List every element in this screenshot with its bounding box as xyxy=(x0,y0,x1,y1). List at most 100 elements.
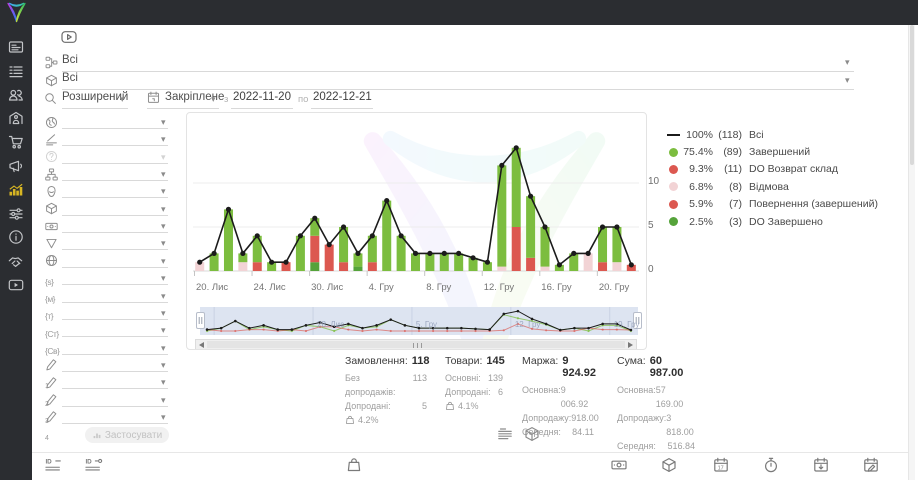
period-mode-underline xyxy=(147,108,219,109)
source-filter-select[interactable] xyxy=(62,267,168,268)
stat-sub-label: Основні: xyxy=(445,371,481,385)
chevron-down-icon[interactable]: ▾ xyxy=(161,187,166,196)
custom-3-filter-icon: 3 xyxy=(45,393,58,406)
svg-text:ID: ID xyxy=(85,459,92,466)
utm-m-filter-select[interactable] xyxy=(62,302,168,303)
legend-item[interactable]: 9.3%(11)DO Возврат склад xyxy=(666,161,878,178)
utm-st-filter-select[interactable] xyxy=(62,336,168,337)
id-link-icon[interactable]: ID xyxy=(85,457,103,473)
scroll-right-icon[interactable] xyxy=(628,342,633,348)
custom-4-filter-select[interactable] xyxy=(62,423,168,424)
timer-tab-icon[interactable] xyxy=(762,457,780,473)
chevron-down-icon[interactable]: ▾ xyxy=(161,222,166,231)
sidebar-item-dashboard[interactable] xyxy=(8,39,24,55)
y-axis-tick-label: 0 xyxy=(648,264,654,275)
sidebar-item-sales[interactable] xyxy=(8,134,24,150)
scrollbar-thumb[interactable] xyxy=(207,341,625,348)
apply-button-label: Застосувати xyxy=(105,430,162,441)
calendar-icon[interactable] xyxy=(147,91,160,104)
apply-button[interactable]: Застосувати xyxy=(85,427,169,443)
sidebar-item-company[interactable] xyxy=(8,110,24,126)
x-axis-tick-label: 30. Лис xyxy=(311,282,343,293)
product-filter-select[interactable] xyxy=(62,215,168,216)
chevron-down-icon[interactable]: ▾ xyxy=(161,205,166,214)
calendar-17-tab-icon[interactable]: 17 xyxy=(712,457,730,473)
sidebar-item-orders[interactable] xyxy=(8,63,24,79)
minimap-left-handle[interactable] xyxy=(196,312,205,329)
custom-1-filter-select[interactable] xyxy=(62,371,168,372)
custom-2-filter-select[interactable] xyxy=(62,388,168,389)
product-filter-select[interactable]: Всі xyxy=(62,72,78,84)
chevron-down-icon[interactable]: ▾ xyxy=(161,396,166,405)
status-filter-select[interactable]: Всі xyxy=(62,54,78,66)
chevron-down-icon[interactable]: ▾ xyxy=(161,239,166,248)
department-filter-select[interactable] xyxy=(62,180,168,181)
chevron-down-icon[interactable]: ▾ xyxy=(161,344,166,353)
legend-item[interactable]: 6.8%(8)Відмова xyxy=(666,178,878,195)
payment-filter-select[interactable] xyxy=(62,232,168,233)
sidebar-item-statistics[interactable] xyxy=(8,182,24,198)
calendar-note-tab-icon[interactable] xyxy=(862,457,880,473)
chevron-down-icon[interactable]: ▾ xyxy=(161,292,166,301)
country-filter-select[interactable] xyxy=(62,128,168,129)
chevron-down-icon[interactable]: ▾ xyxy=(161,135,166,144)
products-tab-icon[interactable] xyxy=(660,457,678,473)
bag-tab-icon[interactable] xyxy=(345,457,363,473)
legend-item[interactable]: 100%(118)Всі xyxy=(666,126,878,143)
search-icon[interactable] xyxy=(44,92,57,105)
legend-item[interactable]: 75.4%(89)Завершений xyxy=(666,143,878,160)
sidebar-item-partners[interactable] xyxy=(8,253,24,269)
chevron-down-icon[interactable]: ▾ xyxy=(845,58,850,67)
chart-minimap[interactable]: 28. Лис5. Гру12. Гру19. Гру xyxy=(200,307,638,335)
app-logo-icon[interactable] xyxy=(5,1,28,24)
vertical-scrollbar[interactable] xyxy=(908,25,915,480)
calendar-import-tab-icon[interactable] xyxy=(812,457,830,473)
stat-sub-value: 516.84 xyxy=(667,439,695,453)
chevron-down-icon[interactable]: ▾ xyxy=(120,95,125,104)
legend-item[interactable]: 2.5%(3)DO Завершено xyxy=(666,213,878,230)
product-view-toggle[interactable] xyxy=(524,426,540,442)
payments-tab-icon[interactable] xyxy=(610,457,628,473)
orders-chart[interactable] xyxy=(193,119,639,291)
utm-s-filter-select[interactable] xyxy=(62,284,168,285)
custom-1-filter-icon: 1 xyxy=(45,358,58,371)
sidebar-item-tutorials[interactable] xyxy=(8,277,24,293)
utm-t-filter-select[interactable] xyxy=(62,319,168,320)
date-from-input[interactable]: 2022-11-20 xyxy=(233,91,291,103)
chevron-down-icon[interactable]: ▾ xyxy=(161,274,166,283)
tutorial-video-button[interactable] xyxy=(60,29,78,45)
date-to-input[interactable]: 2022-12-21 xyxy=(313,91,372,103)
search-mode-select[interactable]: Розширений xyxy=(62,91,128,103)
sidebar-item-clients[interactable] xyxy=(8,87,24,103)
funnel-filter-select[interactable] xyxy=(62,249,168,250)
chevron-down-icon[interactable]: ▾ xyxy=(161,413,166,422)
utm-sv-filter-select[interactable] xyxy=(62,354,168,355)
chevron-down-icon: ▾ xyxy=(161,153,166,162)
legend-item[interactable]: 5.9%(7)Повернення (завершений) xyxy=(666,196,878,213)
chevron-down-icon[interactable]: ▾ xyxy=(161,118,166,127)
sidebar-item-marketing[interactable] xyxy=(8,158,24,174)
stat-row: 4.2% xyxy=(345,413,427,427)
chevron-down-icon[interactable]: ▾ xyxy=(161,326,166,335)
scroll-left-icon[interactable] xyxy=(199,342,204,348)
level-filter-select[interactable] xyxy=(62,145,168,146)
chevron-down-icon[interactable]: ▾ xyxy=(161,378,166,387)
chart-scrollbar[interactable] xyxy=(195,339,637,350)
sidebar-item-info[interactable] xyxy=(8,229,24,245)
chart-legend: 100%(118)Всі75.4%(89)Завершений9.3%(11)D… xyxy=(666,126,878,230)
legend-count: (3) xyxy=(713,216,742,228)
minimap-date-label: 12. Гру xyxy=(515,320,541,329)
id-list-icon[interactable]: ID xyxy=(45,457,63,473)
manager-filter-select[interactable] xyxy=(62,197,168,198)
department-filter-icon xyxy=(45,168,58,181)
list-view-toggle[interactable] xyxy=(497,426,513,442)
chevron-down-icon[interactable]: ▾ xyxy=(161,257,166,266)
custom-3-filter-select[interactable] xyxy=(62,406,168,407)
chevron-down-icon[interactable]: ▾ xyxy=(161,170,166,179)
stat-sub-value: 84.11 xyxy=(572,425,594,439)
sidebar-item-settings[interactable] xyxy=(8,206,24,222)
chevron-down-icon[interactable]: ▾ xyxy=(211,95,216,104)
chevron-down-icon[interactable]: ▾ xyxy=(161,361,166,370)
chevron-down-icon[interactable]: ▾ xyxy=(845,76,850,85)
chevron-down-icon[interactable]: ▾ xyxy=(161,309,166,318)
